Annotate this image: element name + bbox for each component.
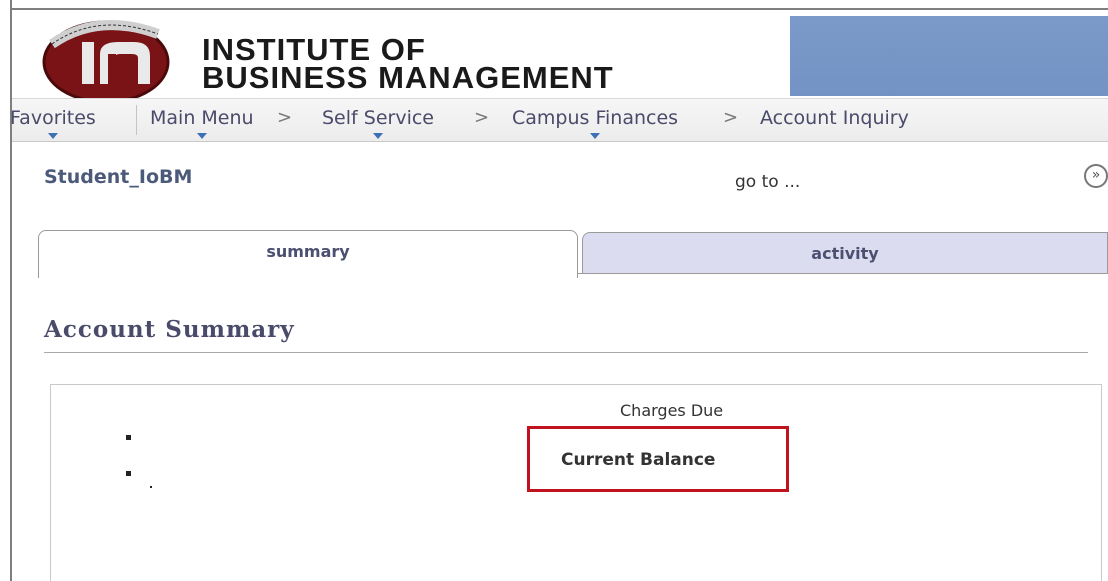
- ibm-seal-logo: [42, 20, 170, 102]
- chevron-down-icon: [196, 133, 207, 139]
- header-banner: [790, 16, 1108, 96]
- nav-favorites[interactable]: Favorites: [10, 107, 96, 139]
- tab-baseline: [578, 273, 1108, 274]
- tab-summary[interactable]: summary: [38, 230, 578, 278]
- bullet-icon: [126, 471, 131, 476]
- nav-divider: [136, 105, 137, 135]
- current-balance-link[interactable]: Current Balance: [561, 450, 715, 470]
- nav-favorites-label: Favorites: [10, 107, 96, 129]
- breadcrumb-nav: Favorites Main Menu > Self Service > Cam…: [10, 98, 1108, 142]
- breadcrumb-separator: >: [474, 107, 490, 128]
- bullet-icon: [126, 435, 131, 440]
- tab-activity-label: activity: [811, 244, 879, 263]
- breadcrumb-separator: >: [723, 107, 739, 128]
- double-chevron-right-icon[interactable]: »: [1084, 164, 1108, 188]
- breadcrumb-separator: >: [277, 107, 293, 128]
- page-title: Account Summary: [44, 316, 295, 343]
- nav-campus-finances[interactable]: Campus Finances: [512, 107, 679, 139]
- dot-mark: [150, 486, 152, 488]
- nav-self-service-label: Self Service: [322, 107, 434, 129]
- institute-name-line2: BUSINESS MANAGEMENT: [202, 60, 614, 95]
- chevron-down-icon: [372, 133, 383, 139]
- nav-main-menu-label: Main Menu: [150, 107, 254, 129]
- nav-self-service[interactable]: Self Service: [322, 107, 434, 139]
- section-divider: [44, 352, 1088, 353]
- nav-account-inquiry[interactable]: Account Inquiry: [760, 107, 909, 129]
- institute-name: INSTITUTE OF BUSINESS MANAGEMENT: [202, 34, 614, 95]
- charges-due-label: Charges Due: [620, 401, 724, 420]
- page-header: INSTITUTE OF BUSINESS MANAGEMENT: [12, 10, 1108, 102]
- chevron-down-icon: [590, 133, 601, 139]
- nav-main-menu[interactable]: Main Menu: [150, 107, 254, 139]
- tab-summary-label: summary: [266, 242, 350, 261]
- window-frame-left: [0, 0, 12, 581]
- tab-activity[interactable]: activity: [582, 232, 1108, 274]
- chevron-down-icon: [47, 133, 58, 139]
- goto-menu[interactable]: go to ...: [735, 172, 800, 192]
- student-name: Student_IoBM: [44, 166, 193, 188]
- nav-campus-finances-label: Campus Finances: [512, 107, 679, 129]
- window-frame-top: [10, 0, 1108, 10]
